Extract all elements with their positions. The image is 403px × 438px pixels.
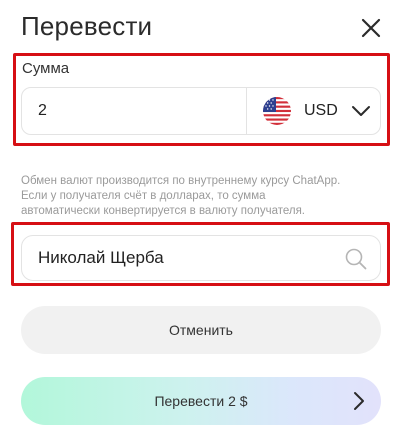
amount-highlight-box: [13, 53, 390, 146]
info-line: автоматически конвертируется в валюту по…: [21, 205, 305, 217]
transfer-button-label: Перевести 2 $: [154, 393, 248, 409]
info-line: Обмен валют производится по внутреннему …: [21, 175, 341, 187]
cancel-button[interactable]: Отменить: [21, 306, 381, 354]
dialog-title: Перевести: [21, 11, 153, 41]
recipient-highlight-box: [11, 222, 390, 286]
transfer-button[interactable]: Перевести 2 $: [21, 377, 381, 425]
close-icon[interactable]: [357, 14, 385, 42]
info-line: Если у получателя счёт в долларах, то су…: [21, 190, 266, 202]
chevron-right-icon: [354, 392, 364, 410]
exchange-info-text: Обмен валют производится по внутреннему …: [21, 174, 386, 219]
